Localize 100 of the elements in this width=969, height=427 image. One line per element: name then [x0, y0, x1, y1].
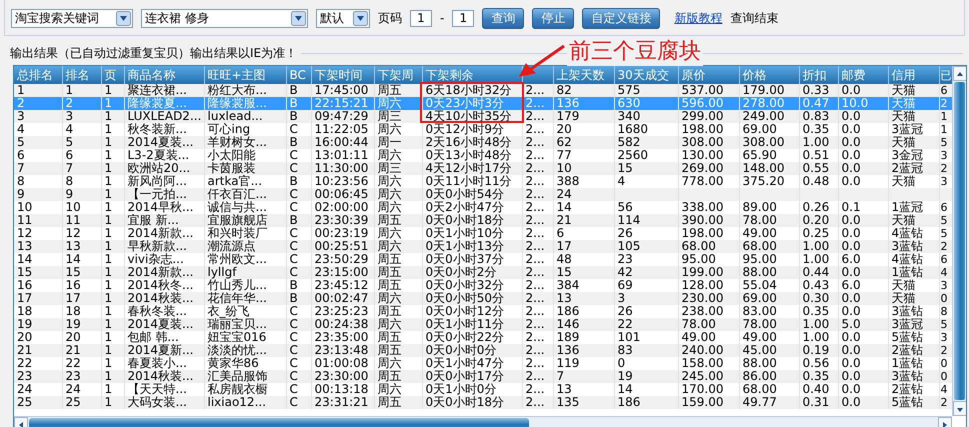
table-cell: 23:15:00 [311, 266, 374, 279]
table-cell: 5蓝钻 [888, 396, 939, 409]
toolbar-button[interactable]: 查询 [482, 8, 524, 28]
column-header[interactable]: 折扣 [799, 66, 838, 84]
table-cell: 0天0小时2分 [422, 266, 522, 279]
table-row[interactable]: 15 15 1 2014新款... lyllgf C 23:15:00 周五 0天0小时2分 2... 15 42 199.00 88.00 0.44 0.0 1蓝钻 4 [14, 266, 952, 279]
table-row[interactable]: 19 19 1 2014夏装... 瑞丽宝贝... C 00:24:38 周六 0天1小时11分 2... 146 22 78.00 78.00 1.00 5.0 3蓝冠 5 [14, 318, 952, 331]
table-cell: 0.35 [799, 370, 838, 383]
table-cell: 62 [553, 136, 614, 149]
table-cell: 23:13:48 [311, 344, 374, 357]
table-cell: 7 [62, 162, 101, 175]
scroll-thumb[interactable] [29, 418, 529, 427]
table-cell: 308.00 [739, 136, 799, 149]
table-cell: 148.00 [739, 162, 799, 175]
table-row[interactable]: 5 5 1 2014夏装... 羊财树女... B 16:00:44 周一 2天16小时48分 2... 62 582 308.00 308.00 1.00 0.0 天猫 5 [14, 136, 952, 149]
table-cell: 78.00 [739, 214, 799, 227]
scroll-down-button[interactable] [953, 401, 966, 416]
table-cell: 2... [522, 136, 553, 149]
page-from-field[interactable]: 1 [410, 10, 432, 26]
column-header[interactable]: 下架时间 [311, 66, 374, 84]
column-header[interactable]: 信用 [888, 66, 939, 84]
keyword-field[interactable]: 连衣裙 修身 [141, 8, 308, 28]
table-cell: 42 [614, 266, 678, 279]
table-row[interactable]: 25 25 1 大码女装... lixiao12... C 23:31:21 周五 0天0小时18分 2... 135 186 159.00 49.77 0.31 0.0 5蓝钻 2 [14, 396, 952, 409]
column-header[interactable]: 旺旺+主图 [204, 66, 286, 84]
column-header[interactable]: 邮费 [838, 66, 888, 84]
table-cell: 1 [101, 396, 124, 409]
table-cell: 0.0 [838, 240, 888, 253]
table-cell: 周六 [374, 240, 422, 253]
table-row[interactable]: 7 7 1 欧洲站20... 卡茵服装 C 11:30:00 周三 4天12小时17分 2... 10 15 269.00 148.00 0.55 0.0 2蓝冠 2 [14, 162, 952, 175]
table-cell: B [286, 292, 311, 305]
table-cell: 21 [14, 344, 62, 357]
table-cell: 5.0 [838, 318, 888, 331]
table-row[interactable]: 21 21 1 2014夏新... 淡淡的忧... C 23:13:48 周五 0天0小时0分 2... 136 83 240.00 45.00 0.19 0.0 2蓝钻 2 [14, 344, 952, 357]
column-header[interactable]: 已 [939, 66, 952, 84]
table-row[interactable]: 13 13 1 早秋新款... 潮流源点 C 00:25:51 周六 0天1小时13分 2... 17 105 68.00 68.00 1.00 0.0 3蓝钻 2 [14, 240, 952, 253]
column-header[interactable]: 总排名 [14, 66, 62, 84]
page-to-field[interactable]: 1 [452, 10, 474, 26]
scroll-thumb[interactable] [954, 82, 965, 400]
table-cell: 天猫 [888, 292, 939, 305]
column-header[interactable]: BC [286, 66, 311, 84]
table-row[interactable]: 1 1 1 聚连衣裙... 粉红大布... B 17:45:00 周五 6天18小时32分 2... 82 575 537.00 179.00 0.33 0.0 天猫 6 [14, 84, 952, 97]
table-cell: 114 [614, 214, 678, 227]
table-cell: 周六 [374, 292, 422, 305]
table-cell: 5 [14, 136, 62, 149]
table-row[interactable]: 3 3 1 LUXLEAD2... luxlead... B 09:47:29 周三 4天10小时35分 2... 179 340 299.00 249.00 0.83 0.0 天猫 1 [14, 110, 952, 123]
column-header[interactable]: 页 [101, 66, 124, 84]
table-cell: 13 [553, 292, 614, 305]
table-cell: 19 [62, 318, 101, 331]
scroll-up-button[interactable] [953, 66, 966, 81]
table-cell: 0.20 [799, 214, 838, 227]
table-row[interactable]: 9 9 1 【一元拍... 仟衣百汇... C 00:06:45 周六 0天0小时54分 2... 24 [14, 188, 952, 201]
column-header[interactable]: 原价 [678, 66, 739, 84]
sort-dropdown[interactable]: 默认 [316, 8, 370, 28]
toolbar-button[interactable]: 停止 [532, 8, 574, 28]
table-cell: 1 [101, 318, 124, 331]
table-cell: 21 [553, 214, 614, 227]
table-cell: 00:02:47 [311, 292, 374, 305]
column-header[interactable]: 价格 [739, 66, 799, 84]
horizontal-scrollbar[interactable] [14, 416, 952, 427]
table-cell: B [286, 110, 311, 123]
search-type-dropdown[interactable]: 淘宝搜索关键词 [11, 8, 133, 28]
table-cell: 23 [62, 370, 101, 383]
table-cell: 15 [614, 162, 678, 175]
table-cell: 179 [553, 110, 614, 123]
table-cell: 186 [614, 396, 678, 409]
column-header[interactable]: 下架周 [374, 66, 422, 84]
table-cell: 1 [101, 214, 124, 227]
table-cell: 周五 [374, 214, 422, 227]
table-cell: 17 [62, 292, 101, 305]
table-row[interactable]: 23 23 1 2014秋装... 汇美品服饰 C 23:30:00 周五 0天0小时17分 2... 7 19 245.00 86.00 0.35 0.0 3蓝钻 0 [14, 370, 952, 383]
table-row[interactable]: 17 17 1 2014秋装... 花信年华... B 00:02:47 周六 0天0小时50分 2... 13 3 230.00 69.00 0.30 0.0 天猫 0 [14, 292, 952, 305]
tutorial-link[interactable]: 新版教程 [674, 10, 722, 26]
table-cell: 0天0小时18分 [422, 396, 522, 409]
table-cell: 3 [614, 292, 678, 305]
toolbar-button[interactable]: 自定义链接 [582, 8, 660, 28]
column-header[interactable]: 上架天数 [553, 66, 614, 84]
column-header[interactable]: 排名 [62, 66, 101, 84]
table-cell: LUXLEAD2... [124, 110, 204, 123]
table-cell: 天猫 [888, 110, 939, 123]
table-cell: 周五 [374, 266, 422, 279]
table-cell: 0.55 [799, 162, 838, 175]
table-cell: C [286, 240, 311, 253]
table-cell: 0天0小时54分 [422, 188, 522, 201]
column-header[interactable]: 30天成交 [614, 66, 678, 84]
table-cell: 1 [101, 188, 124, 201]
annotation-arrow [518, 44, 566, 78]
table-cell: 2... [522, 396, 553, 409]
table-cell: 00:25:51 [311, 240, 374, 253]
vertical-scrollbar[interactable] [952, 66, 966, 416]
table-cell: 宜服 新... [124, 214, 204, 227]
table-cell: 1 [101, 292, 124, 305]
table-cell: 3 [14, 110, 62, 123]
table-cell: 0.83 [799, 110, 838, 123]
table-row[interactable]: 11 11 1 宜服 新... 宜服旗舰店 B 23:30:39 周五 0天0小时18分 2... 21 114 390.00 78.00 0.20 0.0 天猫 5 [14, 214, 952, 227]
table-cell: 2014夏装... [124, 318, 204, 331]
table-cell: 24 [553, 188, 614, 201]
table-cell: 2014夏装... [124, 136, 204, 149]
table-cell: C [286, 396, 311, 409]
column-header[interactable]: 商品名称 [124, 66, 204, 84]
